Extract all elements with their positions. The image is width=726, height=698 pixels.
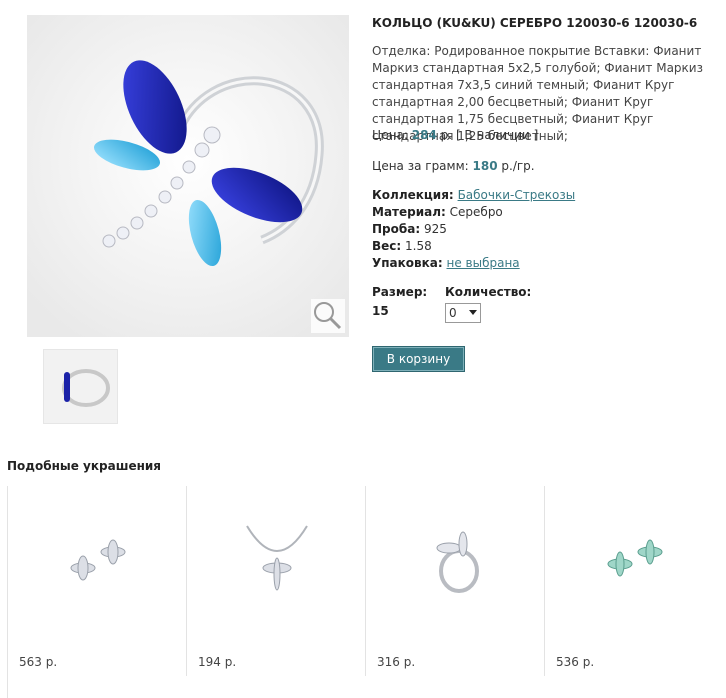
size-label: Размер: <box>372 285 428 299</box>
product-thumbnail[interactable] <box>43 349 118 424</box>
size-value: 15 <box>372 304 389 318</box>
collection-link[interactable]: Бабочки-Стрекозы <box>458 188 576 202</box>
probe-label: Проба: <box>372 222 421 236</box>
price-line: Цена: 284 р. [ В наличии ] <box>372 128 538 142</box>
weight-value: 1.58 <box>405 239 432 253</box>
product-main-image[interactable] <box>27 15 349 337</box>
chevron-down-icon <box>469 310 477 315</box>
similar-item-price: 536 р. <box>556 655 595 669</box>
similar-item-price: 316 р. <box>377 655 416 669</box>
price-value: 284 <box>411 128 437 142</box>
material-label: Материал: <box>372 205 446 219</box>
price-label: Цена: <box>372 128 408 142</box>
collection-label: Коллекция: <box>372 188 454 202</box>
product-specs: Коллекция: Бабочки-Стрекозы Материал: Се… <box>372 187 575 272</box>
pendant-image <box>246 525 308 591</box>
quantity-label: Количество: <box>445 285 532 299</box>
probe-value: 925 <box>423 222 447 236</box>
similar-item[interactable]: 536 р. <box>545 486 723 676</box>
ring-image <box>436 531 479 593</box>
ppg-value: 180 <box>472 159 498 173</box>
quantity-select[interactable]: 0 <box>445 303 481 323</box>
add-to-cart-button[interactable]: В корзину <box>372 346 465 372</box>
earrings-image <box>607 539 663 577</box>
weight-label: Вес: <box>372 239 402 253</box>
similar-item-price: 194 р. <box>198 655 237 669</box>
package-link[interactable]: не выбрана <box>447 256 520 270</box>
similar-items-title: Подобные украшения <box>7 459 162 473</box>
product-title: КОЛЬЦО (KU&KU) СЕРЕБРО 120030-6 120030-6 <box>372 16 698 30</box>
availability-status: [ В наличии ] <box>455 128 539 142</box>
price-per-gram-line: Цена за грамм: 180 р./гр. <box>372 159 535 173</box>
quantity-value: 0 <box>449 306 457 320</box>
similar-item-price: 563 р. <box>19 655 58 669</box>
zoom-icon[interactable] <box>311 299 345 333</box>
package-label: Упаковка: <box>372 256 443 270</box>
price-unit: р. <box>440 128 453 142</box>
earrings-image <box>70 539 126 581</box>
ppg-unit: р./гр. <box>501 159 535 173</box>
material-value: Серебро <box>449 205 503 219</box>
similar-item[interactable]: 194 р. <box>187 486 366 676</box>
similar-item[interactable]: 316 р. <box>366 486 545 676</box>
ppg-label: Цена за грамм: <box>372 159 469 173</box>
similar-item[interactable]: 563 р. <box>8 486 187 676</box>
